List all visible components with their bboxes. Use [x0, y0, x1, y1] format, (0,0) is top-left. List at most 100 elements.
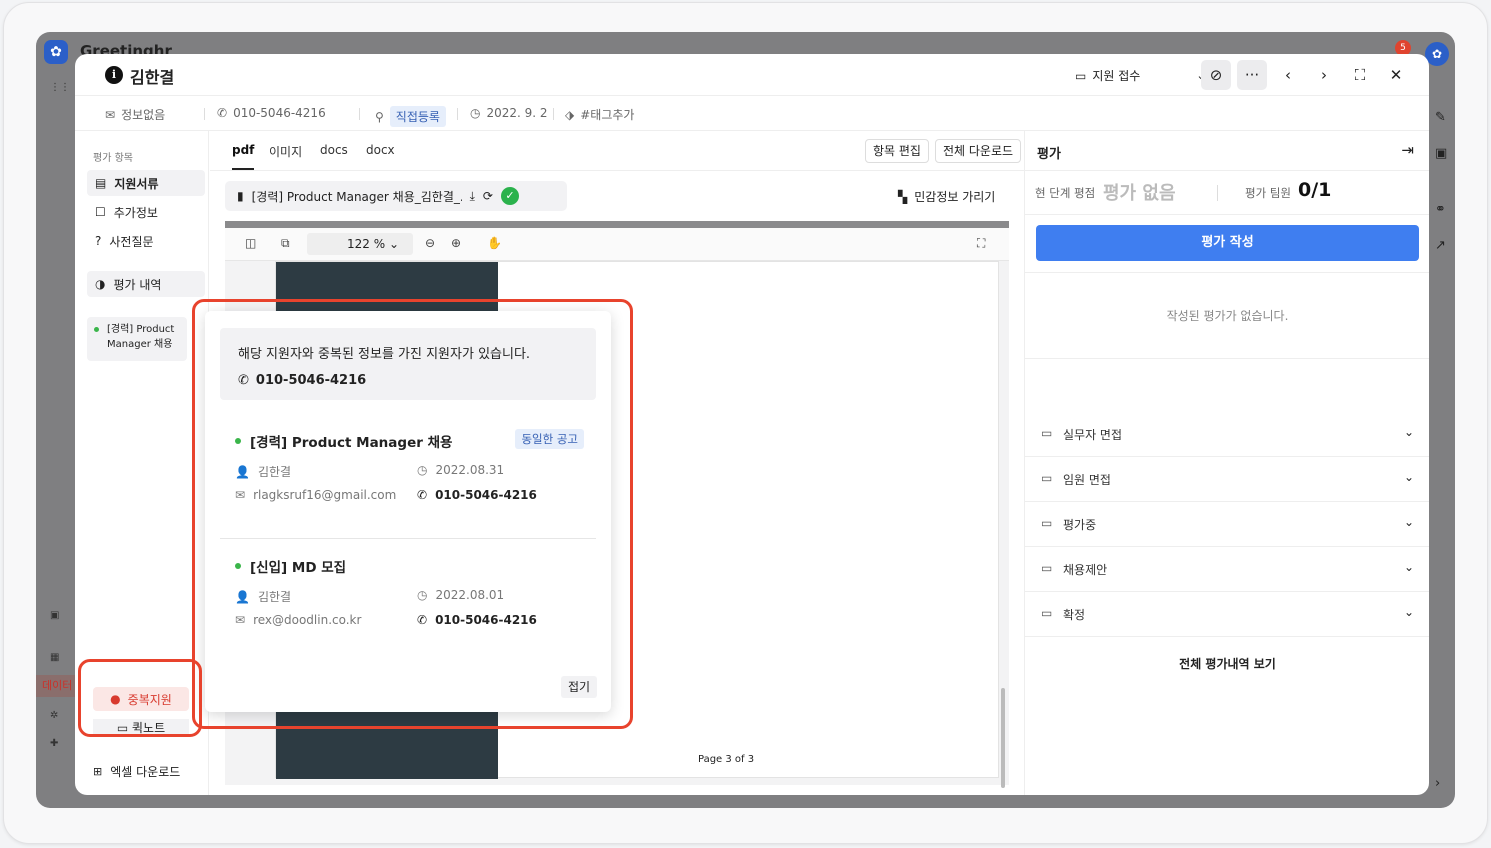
viewer-scrollbar[interactable]: [1001, 688, 1005, 788]
nav-item-history[interactable]: ◑ 평가 내역: [87, 271, 205, 297]
stage-label: 임원 면접: [1063, 473, 1111, 487]
stage-label: 평가중: [1063, 518, 1097, 532]
edit-items-button[interactable]: 항목 편집: [865, 139, 929, 163]
privacy-toggle[interactable]: ▚ 민감정보 가리기: [898, 188, 995, 205]
modal-header: i 김한결 ▭ 지원 접수 ⌄ ⊘ ··· ‹ › ⛶ ✕: [75, 54, 1429, 96]
meta-date: ◷ 2022. 9. 2: [470, 106, 548, 120]
email-value: 정보없음: [121, 108, 166, 122]
write-evaluation-button[interactable]: 평가 작성: [1036, 225, 1419, 261]
note-icon: ▭: [1041, 561, 1053, 575]
divider: [1217, 185, 1218, 201]
question-icon: ?: [95, 234, 102, 248]
chevron-down-icon: ⌄: [1403, 515, 1414, 529]
next-button[interactable]: ›: [1309, 60, 1339, 90]
stage-row[interactable]: ▭ 채용제안 ⌄: [1025, 547, 1429, 592]
file-name[interactable]: [경력] Product Manager 채용_김한결_...: [252, 188, 462, 205]
download-icon[interactable]: ⤓: [470, 189, 475, 204]
highlight-box-duplicate: [78, 659, 202, 737]
evaluation-pane: 평가 ⇥ 현 단계 평점 평가 없음 평가 팀원 0/1 평가 작성 작성된 평…: [1024, 131, 1429, 795]
tag-add[interactable]: #태그추가: [580, 106, 634, 123]
excel-download-button[interactable]: ⊞ 엑셀 다운로드: [93, 763, 180, 780]
prev-button[interactable]: ‹: [1273, 60, 1303, 90]
close-button[interactable]: ✕: [1381, 60, 1411, 90]
view-all-evaluations-link[interactable]: 전체 평가내역 보기: [1025, 655, 1429, 672]
download-all-button[interactable]: 전체 다운로드: [935, 139, 1022, 163]
note-icon: ▭: [1075, 68, 1087, 83]
posting-line-2: Manager 채용: [107, 339, 173, 350]
phone-icon: ✆: [217, 106, 228, 120]
block-button[interactable]: ⊘: [1201, 60, 1231, 90]
stage-row[interactable]: ▭ 평가중 ⌄: [1025, 502, 1429, 547]
phone-value: 010-5046-4216: [233, 106, 326, 120]
status-dot: [94, 327, 99, 332]
page-number: Page 3 of 3: [698, 754, 755, 765]
note-icon: ▭: [1041, 426, 1053, 440]
mask-icon: ▚: [898, 189, 908, 204]
more-button[interactable]: ···: [1237, 60, 1267, 90]
note-icon: ▭: [1041, 471, 1053, 485]
meta-email: ✉ 정보없음: [105, 106, 165, 123]
tab-docs[interactable]: docs: [320, 143, 348, 157]
document-tabs: pdf 이미지 docs docx 항목 편집 전체 다운로드: [210, 131, 1024, 171]
chevron-down-icon: ⌄: [1403, 605, 1414, 619]
posting-item[interactable]: [경력] Product Manager 채용: [87, 317, 187, 361]
source-tag: 직접등록: [389, 106, 446, 127]
pages-icon[interactable]: ⧉: [281, 236, 290, 251]
nav-item-extra-info[interactable]: ☐ 추가정보: [87, 199, 205, 225]
meta-source: ⚲ 직접등록: [375, 106, 446, 127]
expand-icon: ⛶: [1354, 66, 1366, 84]
eval-section-label: 평가 항목: [93, 153, 133, 164]
stage-select[interactable]: ▭ 지원 접수 ⌄: [1075, 67, 1206, 84]
tab-image[interactable]: 이미지: [269, 143, 302, 160]
hand-icon[interactable]: ✋: [487, 236, 502, 250]
posting-line-1: [경력] Product: [107, 324, 175, 335]
background-right-toolbar: ✎ ▣ ⚭ ↗ ›: [1429, 32, 1455, 808]
history-icon: ◑: [95, 277, 106, 291]
zoom-in-icon[interactable]: ⊕: [451, 236, 461, 250]
highlight-box-popover: [192, 299, 633, 729]
chevron-right-icon[interactable]: ›: [1435, 776, 1440, 791]
score-value: 평가 없음: [1103, 183, 1176, 204]
inbox-icon: ▣: [50, 610, 60, 621]
team-label: 평가 팀원: [1245, 186, 1291, 200]
file-bar: ▮ [경력] Product Manager 채용_김한결_... ⤓ ⟳ ✓: [225, 181, 567, 211]
meta-tag[interactable]: ⬗ #태그추가: [565, 106, 634, 123]
stage-row[interactable]: ▭ 실무자 면접 ⌄: [1025, 412, 1429, 457]
chevron-down-icon: ⌄: [388, 237, 399, 251]
nav-item-label: 사전질문: [109, 234, 154, 249]
nav-item-questions[interactable]: ? 사전질문: [87, 228, 205, 254]
score-label: 현 단계 평점: [1035, 186, 1096, 200]
edit-icon[interactable]: ✎: [1435, 110, 1446, 125]
data-menu[interactable]: 데이터: [36, 675, 76, 697]
tab-pdf[interactable]: pdf: [232, 143, 255, 170]
zoom-select[interactable]: 122 % ⌄: [307, 233, 413, 255]
puzzle-icon: ✚: [50, 738, 59, 749]
nav-item-label: 지원서류: [114, 176, 159, 191]
stage-label: 실무자 면접: [1063, 428, 1123, 442]
date-value: 2022. 9. 2: [486, 106, 548, 120]
sidebar-toggle-icon[interactable]: ◫: [245, 236, 256, 250]
link-icon[interactable]: ⚭: [1435, 202, 1446, 217]
chevron-down-icon: ⌄: [1403, 560, 1414, 574]
zoom-out-icon[interactable]: ⊖: [425, 236, 435, 250]
chevron-down-icon: ⌄: [1403, 470, 1414, 484]
score-summary: 현 단계 평점 평가 없음 평가 팀원 0/1: [1025, 171, 1429, 215]
divider: [457, 108, 458, 120]
note-icon: ▭: [1041, 606, 1053, 620]
empty-evaluations: 작성된 평가가 없습니다.: [1025, 272, 1429, 359]
applicant-meta: ✉ 정보없음 ✆ 010-5046-4216 ⚲ 직접등록 ◷ 2022. 9. 2 ⬗…: [75, 97, 1429, 131]
stage-row[interactable]: ▭ 임원 면접 ⌄: [1025, 457, 1429, 502]
external-link-icon[interactable]: ↗: [1435, 238, 1446, 253]
zoom-value: 122 %: [346, 237, 386, 251]
nav-item-documents[interactable]: ▤ 지원서류: [87, 170, 205, 196]
fullscreen-icon[interactable]: ⛶: [977, 236, 985, 251]
collapse-panel-icon[interactable]: ⇥: [1401, 141, 1414, 159]
close-icon: ✕: [1389, 66, 1403, 84]
divider: [204, 108, 205, 120]
tab-docx[interactable]: docx: [366, 143, 395, 157]
inbox-icon[interactable]: ▣: [1435, 146, 1447, 161]
expand-button[interactable]: ⛶: [1345, 60, 1375, 90]
stage-label: 지원 접수: [1092, 69, 1141, 83]
stage-row[interactable]: ▭ 확정 ⌄: [1025, 592, 1429, 637]
refresh-icon[interactable]: ⟳: [483, 189, 493, 203]
